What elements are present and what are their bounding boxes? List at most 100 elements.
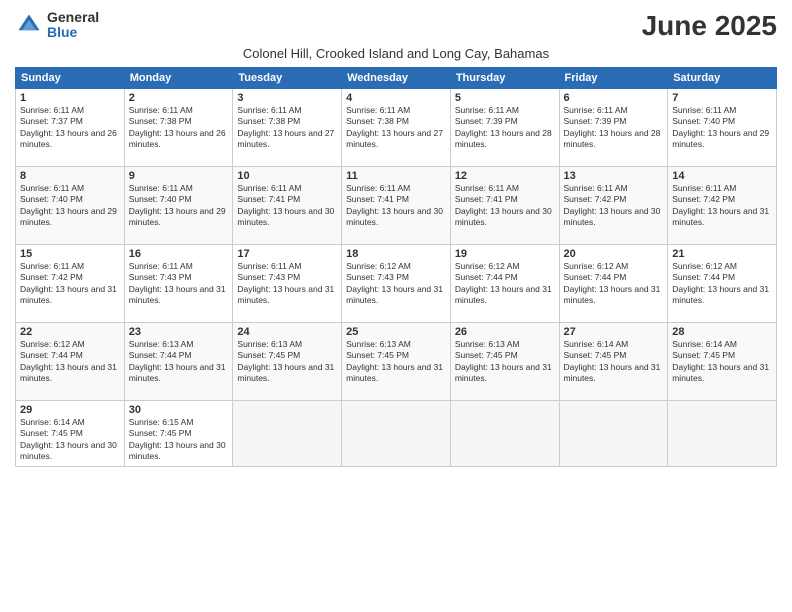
calendar-row: 1 Sunrise: 6:11 AM Sunset: 7:37 PM Dayli… xyxy=(16,89,777,167)
day-number: 14 xyxy=(672,170,772,182)
day-number: 6 xyxy=(564,92,664,104)
day-number: 20 xyxy=(564,248,664,260)
day-number: 1 xyxy=(20,92,120,104)
calendar-row: 8 Sunrise: 6:11 AM Sunset: 7:40 PM Dayli… xyxy=(16,167,777,245)
table-row xyxy=(668,401,777,467)
table-row: 30 Sunrise: 6:15 AM Sunset: 7:45 PM Dayl… xyxy=(124,401,233,467)
day-number: 27 xyxy=(564,326,664,338)
subtitle: Colonel Hill, Crooked Island and Long Ca… xyxy=(15,46,777,61)
table-row: 22 Sunrise: 6:12 AM Sunset: 7:44 PM Dayl… xyxy=(16,323,125,401)
day-info: Sunrise: 6:11 AM Sunset: 7:43 PM Dayligh… xyxy=(129,261,229,307)
day-info: Sunrise: 6:12 AM Sunset: 7:44 PM Dayligh… xyxy=(672,261,772,307)
day-info: Sunrise: 6:12 AM Sunset: 7:44 PM Dayligh… xyxy=(20,339,120,385)
day-number: 25 xyxy=(346,326,446,338)
logo-blue: Blue xyxy=(47,25,99,40)
day-info: Sunrise: 6:15 AM Sunset: 7:45 PM Dayligh… xyxy=(129,417,229,463)
table-row: 21 Sunrise: 6:12 AM Sunset: 7:44 PM Dayl… xyxy=(668,245,777,323)
day-info: Sunrise: 6:11 AM Sunset: 7:41 PM Dayligh… xyxy=(346,183,446,229)
col-thursday: Thursday xyxy=(450,68,559,89)
table-row xyxy=(450,401,559,467)
day-number: 21 xyxy=(672,248,772,260)
table-row xyxy=(342,401,451,467)
table-row: 2 Sunrise: 6:11 AM Sunset: 7:38 PM Dayli… xyxy=(124,89,233,167)
calendar-header-row: Sunday Monday Tuesday Wednesday Thursday… xyxy=(16,68,777,89)
table-row: 6 Sunrise: 6:11 AM Sunset: 7:39 PM Dayli… xyxy=(559,89,668,167)
col-monday: Monday xyxy=(124,68,233,89)
day-info: Sunrise: 6:11 AM Sunset: 7:40 PM Dayligh… xyxy=(672,105,772,151)
day-info: Sunrise: 6:11 AM Sunset: 7:41 PM Dayligh… xyxy=(237,183,337,229)
day-number: 12 xyxy=(455,170,555,182)
day-info: Sunrise: 6:13 AM Sunset: 7:45 PM Dayligh… xyxy=(346,339,446,385)
table-row: 20 Sunrise: 6:12 AM Sunset: 7:44 PM Dayl… xyxy=(559,245,668,323)
logo-icon xyxy=(15,11,43,39)
logo-general: General xyxy=(47,10,99,25)
calendar-row: 29 Sunrise: 6:14 AM Sunset: 7:45 PM Dayl… xyxy=(16,401,777,467)
day-info: Sunrise: 6:14 AM Sunset: 7:45 PM Dayligh… xyxy=(20,417,120,463)
month-title: June 2025 xyxy=(642,10,777,42)
day-info: Sunrise: 6:13 AM Sunset: 7:44 PM Dayligh… xyxy=(129,339,229,385)
day-info: Sunrise: 6:11 AM Sunset: 7:38 PM Dayligh… xyxy=(346,105,446,151)
table-row: 1 Sunrise: 6:11 AM Sunset: 7:37 PM Dayli… xyxy=(16,89,125,167)
day-info: Sunrise: 6:11 AM Sunset: 7:42 PM Dayligh… xyxy=(20,261,120,307)
table-row: 5 Sunrise: 6:11 AM Sunset: 7:39 PM Dayli… xyxy=(450,89,559,167)
day-number: 16 xyxy=(129,248,229,260)
col-saturday: Saturday xyxy=(668,68,777,89)
day-info: Sunrise: 6:11 AM Sunset: 7:38 PM Dayligh… xyxy=(129,105,229,151)
day-number: 28 xyxy=(672,326,772,338)
day-number: 17 xyxy=(237,248,337,260)
table-row: 3 Sunrise: 6:11 AM Sunset: 7:38 PM Dayli… xyxy=(233,89,342,167)
table-row: 29 Sunrise: 6:14 AM Sunset: 7:45 PM Dayl… xyxy=(16,401,125,467)
table-row: 18 Sunrise: 6:12 AM Sunset: 7:43 PM Dayl… xyxy=(342,245,451,323)
day-info: Sunrise: 6:12 AM Sunset: 7:43 PM Dayligh… xyxy=(346,261,446,307)
table-row xyxy=(559,401,668,467)
table-row: 13 Sunrise: 6:11 AM Sunset: 7:42 PM Dayl… xyxy=(559,167,668,245)
day-info: Sunrise: 6:11 AM Sunset: 7:37 PM Dayligh… xyxy=(20,105,120,151)
col-sunday: Sunday xyxy=(16,68,125,89)
day-number: 4 xyxy=(346,92,446,104)
table-row: 16 Sunrise: 6:11 AM Sunset: 7:43 PM Dayl… xyxy=(124,245,233,323)
day-info: Sunrise: 6:11 AM Sunset: 7:38 PM Dayligh… xyxy=(237,105,337,151)
day-number: 3 xyxy=(237,92,337,104)
col-tuesday: Tuesday xyxy=(233,68,342,89)
day-number: 7 xyxy=(672,92,772,104)
table-row: 25 Sunrise: 6:13 AM Sunset: 7:45 PM Dayl… xyxy=(342,323,451,401)
day-number: 15 xyxy=(20,248,120,260)
table-row xyxy=(233,401,342,467)
calendar-row: 22 Sunrise: 6:12 AM Sunset: 7:44 PM Dayl… xyxy=(16,323,777,401)
day-number: 2 xyxy=(129,92,229,104)
logo: General Blue xyxy=(15,10,99,41)
day-number: 23 xyxy=(129,326,229,338)
table-row: 4 Sunrise: 6:11 AM Sunset: 7:38 PM Dayli… xyxy=(342,89,451,167)
col-friday: Friday xyxy=(559,68,668,89)
table-row: 14 Sunrise: 6:11 AM Sunset: 7:42 PM Dayl… xyxy=(668,167,777,245)
table-row: 8 Sunrise: 6:11 AM Sunset: 7:40 PM Dayli… xyxy=(16,167,125,245)
day-info: Sunrise: 6:11 AM Sunset: 7:39 PM Dayligh… xyxy=(564,105,664,151)
calendar-table: Sunday Monday Tuesday Wednesday Thursday… xyxy=(15,67,777,467)
day-number: 29 xyxy=(20,404,120,416)
day-number: 10 xyxy=(237,170,337,182)
day-info: Sunrise: 6:11 AM Sunset: 7:42 PM Dayligh… xyxy=(672,183,772,229)
day-info: Sunrise: 6:11 AM Sunset: 7:40 PM Dayligh… xyxy=(129,183,229,229)
table-row: 17 Sunrise: 6:11 AM Sunset: 7:43 PM Dayl… xyxy=(233,245,342,323)
day-info: Sunrise: 6:14 AM Sunset: 7:45 PM Dayligh… xyxy=(564,339,664,385)
table-row: 23 Sunrise: 6:13 AM Sunset: 7:44 PM Dayl… xyxy=(124,323,233,401)
day-number: 8 xyxy=(20,170,120,182)
day-info: Sunrise: 6:11 AM Sunset: 7:40 PM Dayligh… xyxy=(20,183,120,229)
day-number: 9 xyxy=(129,170,229,182)
day-number: 22 xyxy=(20,326,120,338)
table-row: 27 Sunrise: 6:14 AM Sunset: 7:45 PM Dayl… xyxy=(559,323,668,401)
day-number: 26 xyxy=(455,326,555,338)
table-row: 15 Sunrise: 6:11 AM Sunset: 7:42 PM Dayl… xyxy=(16,245,125,323)
table-row: 19 Sunrise: 6:12 AM Sunset: 7:44 PM Dayl… xyxy=(450,245,559,323)
day-number: 30 xyxy=(129,404,229,416)
table-row: 10 Sunrise: 6:11 AM Sunset: 7:41 PM Dayl… xyxy=(233,167,342,245)
table-row: 9 Sunrise: 6:11 AM Sunset: 7:40 PM Dayli… xyxy=(124,167,233,245)
day-number: 11 xyxy=(346,170,446,182)
day-info: Sunrise: 6:13 AM Sunset: 7:45 PM Dayligh… xyxy=(237,339,337,385)
day-info: Sunrise: 6:11 AM Sunset: 7:42 PM Dayligh… xyxy=(564,183,664,229)
day-info: Sunrise: 6:11 AM Sunset: 7:41 PM Dayligh… xyxy=(455,183,555,229)
day-info: Sunrise: 6:14 AM Sunset: 7:45 PM Dayligh… xyxy=(672,339,772,385)
table-row: 24 Sunrise: 6:13 AM Sunset: 7:45 PM Dayl… xyxy=(233,323,342,401)
table-row: 12 Sunrise: 6:11 AM Sunset: 7:41 PM Dayl… xyxy=(450,167,559,245)
day-info: Sunrise: 6:11 AM Sunset: 7:39 PM Dayligh… xyxy=(455,105,555,151)
